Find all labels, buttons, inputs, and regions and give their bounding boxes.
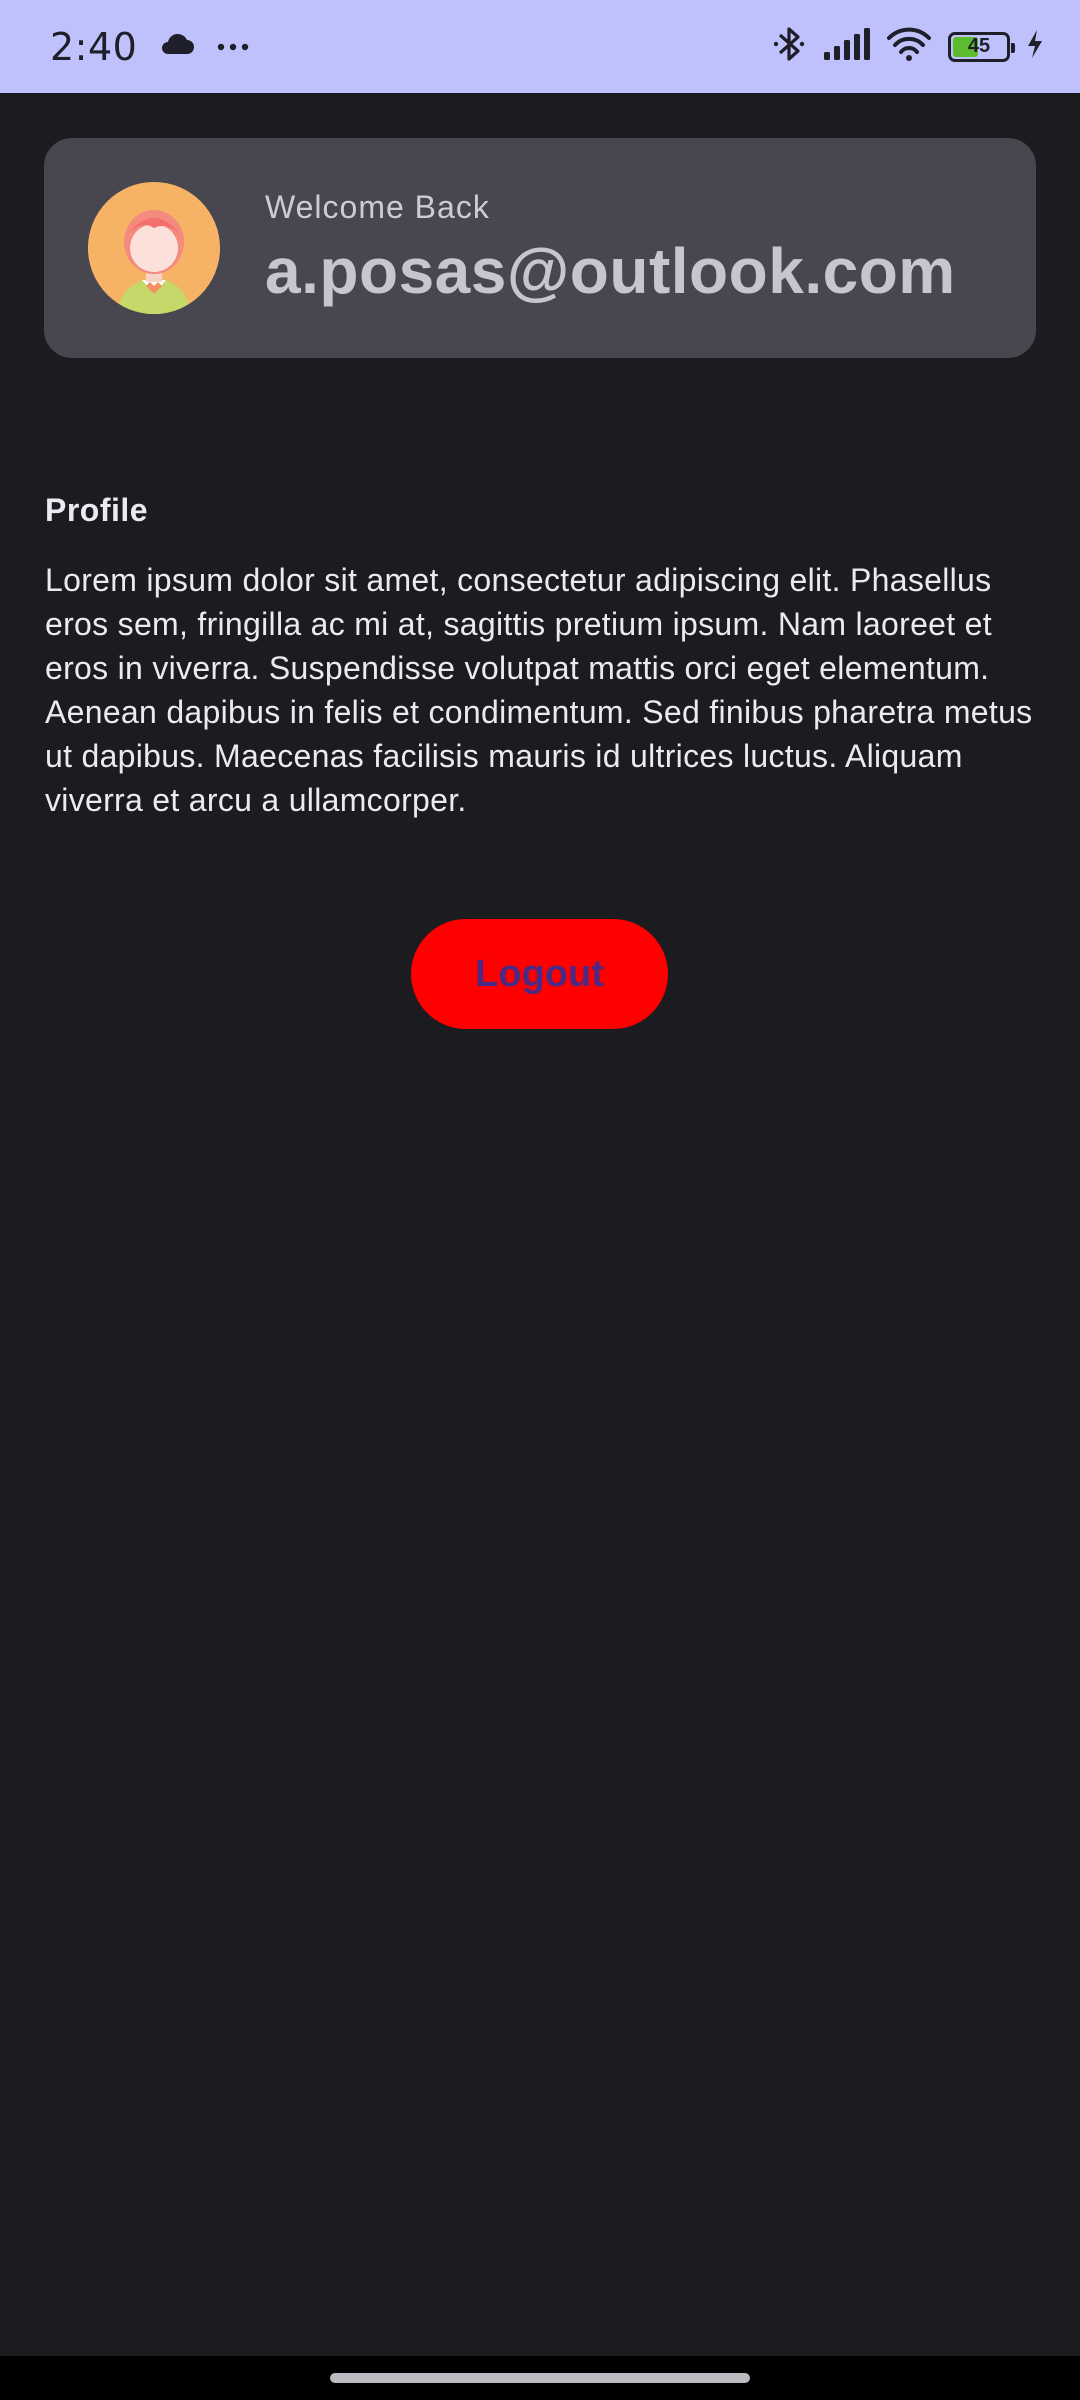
cloud-icon (159, 33, 195, 60)
signal-icon (822, 28, 870, 65)
status-bar: 2:40 45 (0, 0, 1080, 93)
bluetooth-icon (772, 25, 806, 68)
welcome-text: Welcome Back a.posas@outlook.com (265, 189, 956, 308)
charging-bolt-icon (1026, 29, 1044, 64)
wifi-icon (886, 27, 932, 66)
profile-body: Lorem ipsum dolor sit amet, consectetur … (45, 562, 1033, 818)
status-time: 2:40 (50, 24, 138, 69)
status-right: 45 (772, 25, 1044, 68)
status-left: 2:40 (50, 25, 249, 69)
battery-tip (1011, 42, 1015, 53)
home-gesture-handle[interactable] (330, 2373, 750, 2383)
welcome-label: Welcome Back (265, 188, 490, 225)
profile-title: Profile (45, 492, 149, 528)
avatar-girl-icon (88, 182, 220, 314)
battery-icon: 45 (948, 31, 1015, 62)
more-dots-icon (217, 38, 249, 56)
welcome-card: Welcome Back a.posas@outlook.com (44, 138, 1036, 358)
logout-button[interactable]: Logout (411, 919, 668, 1029)
battery-level: 45 (967, 35, 991, 57)
user-email: a.posas@outlook.com (265, 234, 956, 307)
